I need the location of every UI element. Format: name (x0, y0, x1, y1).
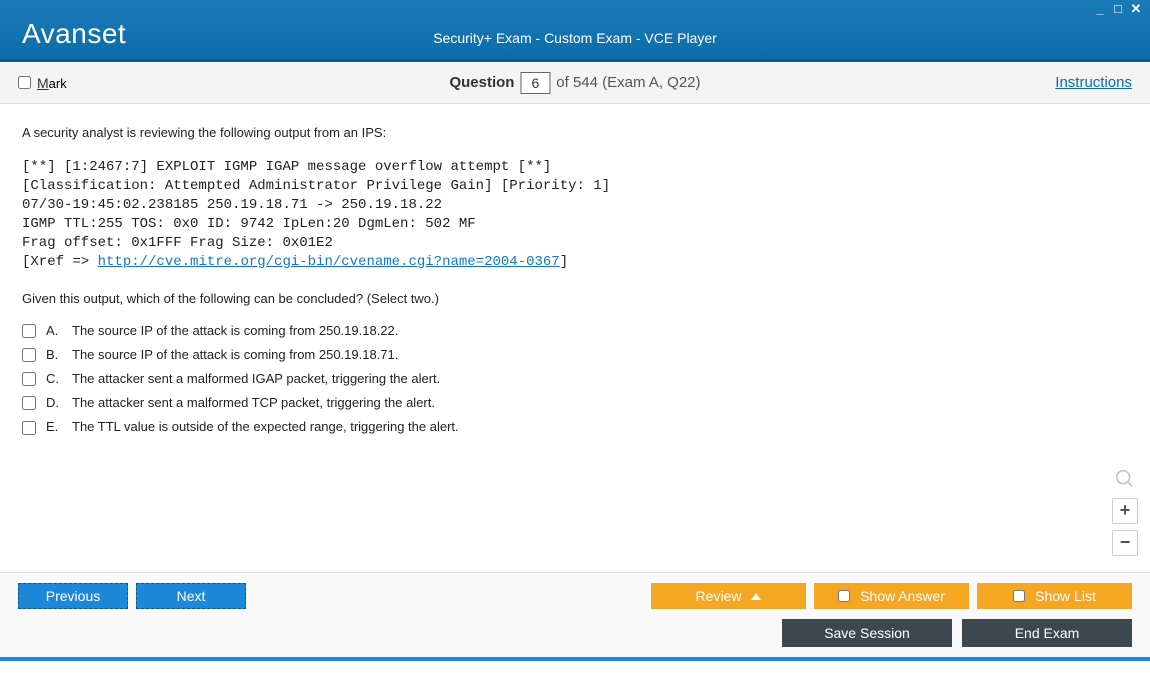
question-prompt: Given this output, which of the followin… (22, 290, 1128, 308)
option-letter: A. (46, 322, 62, 340)
option-text: The source IP of the attack is coming fr… (72, 322, 398, 340)
window-controls: _ □ ✕ (1092, 2, 1144, 18)
option-text: The TTL value is outside of the expected… (72, 418, 459, 436)
question-counter: Question 6 of 544 (Exam A, Q22) (449, 72, 700, 94)
titlebar: Avanset Security+ Exam - Custom Exam - V… (0, 0, 1150, 62)
show-answer-button[interactable]: Show Answer (814, 583, 969, 609)
show-answer-label: Show Answer (860, 588, 945, 604)
answer-options: A. The source IP of the attack is coming… (22, 322, 1128, 437)
show-list-label: Show List (1035, 588, 1096, 604)
zoom-in-button[interactable]: + (1112, 498, 1138, 524)
previous-button[interactable]: Previous (18, 583, 128, 609)
code-block: [**] [1:2467:7] EXPLOIT IGMP IGAP messag… (22, 158, 1128, 271)
option-letter: B. (46, 346, 62, 364)
show-list-button[interactable]: Show List (977, 583, 1132, 609)
maximize-icon[interactable]: □ (1110, 2, 1126, 18)
option-d-checkbox[interactable] (22, 396, 36, 410)
question-intro: A security analyst is reviewing the foll… (22, 124, 1128, 142)
code-line: 07/30-19:45:02.238185 250.19.18.71 -> 25… (22, 197, 442, 213)
code-line: IGMP TTL:255 TOS: 0x0 ID: 9742 IpLen:20 … (22, 216, 476, 232)
option-text: The source IP of the attack is coming fr… (72, 346, 398, 364)
code-line: Frag offset: 0x1FFF Frag Size: 0x01E2 (22, 235, 333, 251)
question-bar: Mark Question 6 of 544 (Exam A, Q22) Ins… (0, 62, 1150, 104)
save-session-button[interactable]: Save Session (782, 619, 952, 647)
option-d[interactable]: D. The attacker sent a malformed TCP pac… (22, 394, 1128, 412)
option-c-checkbox[interactable] (22, 372, 36, 386)
next-button[interactable]: Next (136, 583, 246, 609)
app-logo: Avanset (22, 18, 126, 50)
review-button[interactable]: Review (651, 583, 806, 609)
option-e-checkbox[interactable] (22, 421, 36, 435)
bottom-stripe (0, 657, 1150, 661)
mark-checkbox-wrap[interactable]: Mark (18, 75, 67, 91)
option-a-checkbox[interactable] (22, 324, 36, 338)
review-label: Review (696, 588, 742, 604)
option-a[interactable]: A. The source IP of the attack is coming… (22, 322, 1128, 340)
option-e[interactable]: E. The TTL value is outside of the expec… (22, 418, 1128, 436)
xref-link[interactable]: http://cve.mitre.org/cgi-bin/cvename.cgi… (98, 254, 560, 270)
question-content: A security analyst is reviewing the foll… (0, 104, 1150, 572)
question-label: Question (449, 74, 514, 91)
mark-checkbox[interactable] (18, 76, 31, 89)
instructions-link[interactable]: Instructions (1055, 74, 1132, 91)
option-letter: C. (46, 370, 62, 388)
close-icon[interactable]: ✕ (1128, 2, 1144, 18)
code-line: [**] [1:2467:7] EXPLOIT IGMP IGAP messag… (22, 159, 551, 175)
option-letter: E. (46, 418, 62, 436)
option-b[interactable]: B. The source IP of the attack is coming… (22, 346, 1128, 364)
option-text: The attacker sent a malformed TCP packet… (72, 394, 435, 412)
window-title: Security+ Exam - Custom Exam - VCE Playe… (433, 30, 717, 46)
triangle-up-icon (751, 593, 761, 600)
zoom-controls: + − (1112, 468, 1138, 556)
footer-row-1: Previous Next Review Show Answer Show Li… (18, 583, 1132, 609)
mark-label: Mark (37, 75, 67, 91)
option-text: The attacker sent a malformed IGAP packe… (72, 370, 440, 388)
option-letter: D. (46, 394, 62, 412)
xref-prefix: [Xref => (22, 254, 98, 270)
xref-suffix: ] (560, 254, 568, 270)
show-answer-checkbox[interactable] (838, 590, 850, 602)
question-of-text: of 544 (Exam A, Q22) (556, 74, 700, 91)
zoom-out-button[interactable]: − (1112, 530, 1138, 556)
footer: Previous Next Review Show Answer Show Li… (0, 572, 1150, 657)
code-line: [Classification: Attempted Administrator… (22, 178, 610, 194)
end-exam-button[interactable]: End Exam (962, 619, 1132, 647)
question-number: 6 (520, 72, 550, 94)
show-list-checkbox[interactable] (1013, 590, 1025, 602)
option-b-checkbox[interactable] (22, 348, 36, 362)
footer-row-2: Save Session End Exam (18, 619, 1132, 647)
option-c[interactable]: C. The attacker sent a malformed IGAP pa… (22, 370, 1128, 388)
magnifier-icon[interactable] (1113, 468, 1137, 492)
minimize-icon[interactable]: _ (1092, 2, 1108, 18)
